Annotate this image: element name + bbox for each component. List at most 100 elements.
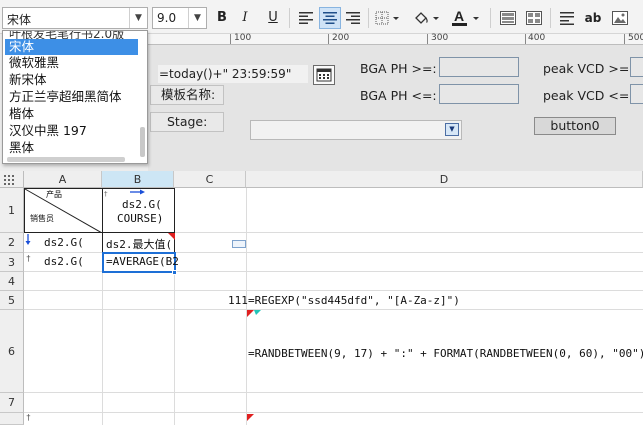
font-color-button[interactable]: A bbox=[450, 7, 484, 29]
align-center-button[interactable] bbox=[319, 7, 341, 29]
expand-right-arrow-icon: † bbox=[104, 189, 145, 197]
ruler-tick bbox=[525, 34, 526, 44]
column-header-b[interactable]: B bbox=[102, 171, 174, 188]
toolbar-divider bbox=[490, 8, 491, 28]
split-cells-icon bbox=[526, 11, 542, 25]
row-header-1[interactable]: 1 bbox=[0, 188, 24, 233]
toolbar-divider bbox=[289, 8, 290, 28]
font-option[interactable]: 楷体 bbox=[9, 106, 34, 122]
cell-a2[interactable]: ds2.G( bbox=[44, 236, 84, 249]
row-header-2[interactable]: 2 bbox=[0, 233, 24, 253]
row-header-5[interactable]: 5 bbox=[0, 291, 24, 310]
bold-button[interactable]: B bbox=[212, 7, 232, 29]
grid-icon bbox=[4, 175, 14, 185]
vcd-min-field[interactable] bbox=[630, 57, 643, 77]
vcd-min-label: peak VCD >=: bbox=[543, 61, 634, 76]
diagonal-slash bbox=[24, 188, 102, 233]
cell-widget-marker[interactable] bbox=[232, 240, 246, 248]
bga-ph-min-label: BGA PH >=: bbox=[360, 61, 437, 76]
vcd-max-field[interactable] bbox=[630, 84, 643, 104]
cell-d6[interactable]: =RANDBETWEEN(9, 17) + ":" + FORMAT(RANDB… bbox=[248, 347, 643, 360]
cell-a1-top: 产品 bbox=[46, 190, 62, 199]
wrap-text-button[interactable] bbox=[557, 7, 579, 29]
split-cells-button[interactable] bbox=[523, 7, 545, 29]
font-option[interactable]: 黑体 bbox=[9, 140, 34, 156]
fill-handle[interactable] bbox=[172, 270, 177, 275]
ruler-label: 500 bbox=[628, 33, 643, 43]
button0[interactable]: button0 bbox=[534, 117, 616, 135]
format-toolbar: 宋体 ▼ 9.0 ▼ B I U A ab bbox=[0, 0, 643, 34]
cell-d5[interactable]: =REGEXP("ssd445dfd", "[A-Za-z]") bbox=[248, 294, 460, 307]
cell-b2[interactable]: ds2.最大值( bbox=[106, 236, 172, 252]
borders-icon bbox=[375, 11, 399, 25]
toolbar-divider bbox=[368, 8, 369, 28]
font-family-dropdown[interactable]: 叶根发毛笔行书2.0版 宋体 微软雅黑 新宋体 方正兰亭超细黑简体 楷体 汉仪中… bbox=[2, 30, 148, 164]
chevron-down-icon[interactable]: ▼ bbox=[445, 123, 459, 136]
svg-text:A: A bbox=[454, 9, 464, 24]
ruler-label: 400 bbox=[528, 33, 546, 43]
text-type-button[interactable]: ab bbox=[583, 7, 603, 29]
svg-text:†: † bbox=[104, 190, 108, 197]
fill-color-button[interactable] bbox=[412, 7, 444, 29]
borders-button[interactable] bbox=[374, 7, 404, 29]
ruler-label: 100 bbox=[234, 33, 252, 43]
cell-b1-line1: ds2.G( bbox=[122, 198, 162, 211]
row-header-3[interactable]: 3 bbox=[0, 253, 24, 272]
font-option[interactable]: 新宋体 bbox=[9, 72, 47, 88]
chevron-down-icon[interactable]: ▼ bbox=[129, 8, 147, 28]
ruler-tick bbox=[427, 34, 428, 44]
row-header-6[interactable]: 6 bbox=[0, 310, 24, 393]
cell-a3[interactable]: ds2.G( bbox=[44, 255, 84, 268]
font-option-selected[interactable]: 宋体 bbox=[5, 39, 138, 55]
column-header-a[interactable]: A bbox=[24, 171, 102, 188]
merge-cells-button[interactable] bbox=[497, 7, 519, 29]
row-header-8[interactable] bbox=[0, 413, 24, 425]
grid-line bbox=[24, 412, 643, 413]
ruler-tick bbox=[624, 34, 625, 44]
calendar-button[interactable] bbox=[313, 65, 335, 85]
font-option[interactable]: 汉仪中黑 197 bbox=[9, 123, 87, 139]
bga-ph-max-field[interactable] bbox=[439, 84, 519, 104]
corner-marks bbox=[247, 310, 261, 317]
font-option[interactable]: 微软雅黑 bbox=[9, 55, 59, 71]
toolbar-divider bbox=[550, 8, 551, 28]
stage-label: Stage: bbox=[150, 112, 224, 132]
cell-b3[interactable]: =AVERAGE(B2 bbox=[106, 255, 179, 268]
template-name-label: 模板名称: bbox=[150, 85, 224, 105]
align-center-icon bbox=[323, 12, 337, 24]
font-family-select[interactable]: 宋体 ▼ bbox=[2, 7, 148, 29]
stage-select[interactable]: ▼ bbox=[250, 120, 462, 140]
font-family-value: 宋体 bbox=[7, 13, 32, 27]
cell-c5[interactable]: 111 bbox=[228, 294, 248, 307]
align-left-button[interactable] bbox=[296, 7, 316, 29]
cell-a3-marker: † bbox=[26, 254, 31, 263]
dropdown-hscrollbar[interactable] bbox=[7, 157, 125, 162]
bga-ph-max-label: BGA PH <=: bbox=[360, 88, 437, 103]
spreadsheet[interactable]: A B C D 1 2 3 4 5 6 7 产品 销售员 ds2.G( COUR… bbox=[0, 171, 643, 425]
italic-button[interactable]: I bbox=[236, 7, 254, 29]
font-size-select[interactable]: 9.0 ▼ bbox=[152, 7, 207, 29]
image-button[interactable] bbox=[609, 7, 631, 29]
cell-a1-bottom: 销售员 bbox=[30, 214, 54, 223]
font-color-icon: A bbox=[452, 8, 479, 26]
bga-ph-min-field[interactable] bbox=[439, 57, 519, 77]
dropdown-scrollbar-thumb[interactable] bbox=[140, 127, 145, 157]
row-header-4[interactable]: 4 bbox=[0, 272, 24, 291]
horizontal-ruler: 100 200 300 400 500 bbox=[148, 33, 643, 45]
underline-button[interactable]: U bbox=[264, 7, 282, 29]
ruler-label: 300 bbox=[431, 33, 449, 43]
date-formula-field[interactable]: =today()+" 23:59:59" bbox=[158, 65, 308, 83]
merge-cells-icon bbox=[500, 11, 516, 25]
red-corner-mark bbox=[168, 233, 175, 240]
ruler-label: 200 bbox=[332, 33, 350, 43]
align-left-icon bbox=[299, 12, 313, 24]
font-option[interactable]: 方正兰亭超细黑简体 bbox=[9, 89, 122, 105]
expand-down-arrow-icon bbox=[25, 234, 31, 245]
cell-a8-marker: † bbox=[26, 413, 31, 422]
chevron-down-icon[interactable]: ▼ bbox=[188, 8, 206, 28]
row-header-7[interactable]: 7 bbox=[0, 393, 24, 413]
column-header-c[interactable]: C bbox=[174, 171, 246, 188]
column-header-d[interactable]: D bbox=[246, 171, 643, 188]
select-all-corner[interactable] bbox=[0, 171, 24, 188]
align-right-button[interactable] bbox=[343, 7, 363, 29]
